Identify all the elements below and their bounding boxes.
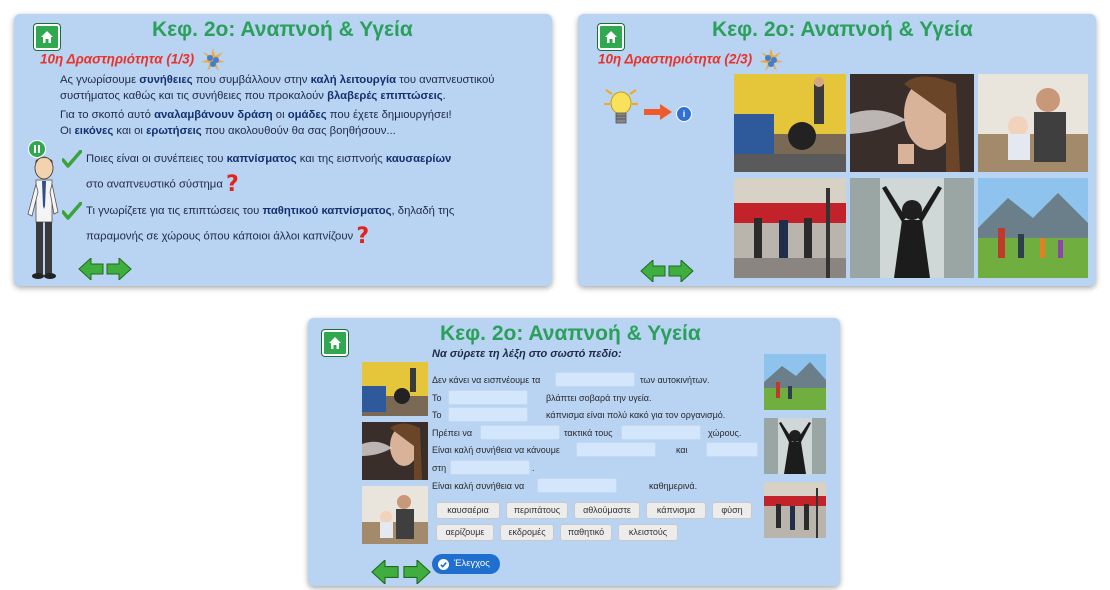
word-chip[interactable]: εκδρομές	[500, 524, 554, 541]
car-exhaust-photo	[734, 74, 846, 172]
previous-arrow-icon[interactable]	[370, 560, 400, 584]
sentence-5-middle: και	[676, 445, 688, 455]
girl-at-window-photo	[850, 178, 974, 278]
instruction-text: Να σύρετε τη λέξη στο σωστό πεδίο:	[432, 348, 622, 360]
people-walking-city-photo	[764, 482, 826, 538]
checkmark-icon	[62, 202, 82, 220]
drop-field[interactable]	[576, 442, 656, 457]
home-icon	[41, 31, 53, 43]
question-1-line-1: Ποιες είναι οι συνέπειες του καπνίσματος…	[86, 153, 452, 165]
drop-field[interactable]	[450, 460, 530, 475]
car-exhaust-photo	[362, 362, 428, 416]
woman-smoking-photo	[850, 74, 974, 172]
question-2-line-2: παραμονής σε χώρους όπου κάποιοι άλλοι κ…	[86, 224, 370, 249]
home-button[interactable]	[34, 24, 60, 50]
word-chip[interactable]: καυσαέρια	[436, 502, 500, 519]
sentence-6-end: .	[532, 463, 535, 473]
check-circle-icon	[438, 558, 449, 570]
next-arrow-icon[interactable]	[402, 560, 432, 584]
sentence-5-start: Είναι καλή συνήθεια να κάνουμε	[432, 445, 560, 455]
word-chip[interactable]: αερίζουμε	[436, 524, 494, 541]
drop-field[interactable]	[621, 425, 701, 440]
drop-field[interactable]	[448, 407, 528, 422]
navigation-arrows	[640, 260, 694, 282]
drop-field[interactable]	[555, 372, 635, 387]
slide-activity-3: Κεφ. 2ο: Αναπνοή & Υγεία Να σύρετε τη λέ…	[308, 318, 840, 586]
sentence-4-start: Πρέπει να	[432, 428, 473, 438]
people-walking-city-photo	[734, 178, 846, 278]
question-2-line-1: Τι γνωρίζετε για τις επιπτώσεις του παθη…	[86, 205, 455, 217]
sentence-2-end: βλάπτει σοβαρά την υγεία.	[546, 393, 652, 403]
navigation-arrows	[78, 258, 132, 280]
word-chip[interactable]: κάπνισμα	[646, 502, 706, 519]
info-button[interactable]: i	[676, 106, 692, 122]
slide-activity-2: Κεφ. 2ο: Αναπνοή & Υγεία 10η Δραστηριότη…	[578, 14, 1096, 286]
sentence-4-middle: τακτικά τους	[564, 428, 613, 438]
question-1-line-2: στο αναπνευστικό σύστημα ?	[86, 172, 239, 197]
drop-field[interactable]	[480, 425, 560, 440]
word-chip[interactable]: αθλούμαστε	[574, 502, 640, 519]
question-mark-icon: ?	[356, 224, 370, 249]
next-arrow-icon[interactable]	[106, 258, 132, 280]
sentence-3-start: Το	[432, 410, 442, 420]
previous-arrow-icon[interactable]	[640, 260, 666, 282]
slide-title: Κεφ. 2ο: Αναπνοή & Υγεία	[440, 322, 701, 345]
navigation-arrows	[370, 560, 432, 584]
thinking-man-character	[27, 156, 59, 279]
lightbulb-icon	[604, 89, 638, 124]
word-chip[interactable]: παθητικό	[560, 524, 612, 541]
group-activity-icon	[758, 48, 783, 71]
intro-paragraph: Ας γνωρίσουμε συνήθειες που συμβάλλουν σ…	[60, 74, 495, 137]
slide-subtitle: 10η Δραστηριότητα (1/3)	[40, 48, 225, 72]
word-chip[interactable]: κλειστούς	[618, 524, 678, 541]
sentence-1-end: των αυτοκινήτων.	[640, 375, 710, 385]
sentence-4-end: χώρους.	[708, 428, 742, 438]
next-arrow-icon[interactable]	[668, 260, 694, 282]
info-icon: i	[682, 109, 686, 119]
question-mark-icon: ?	[226, 172, 239, 197]
drop-field[interactable]	[448, 390, 528, 405]
home-button[interactable]	[598, 24, 624, 50]
checkmark-icon	[62, 150, 82, 168]
family-hiking-photo	[764, 354, 826, 410]
group-activity-icon	[200, 48, 225, 71]
sentence-7-start: Είναι καλή συνήθεια να	[432, 481, 525, 491]
home-button[interactable]	[322, 330, 348, 356]
slide-subtitle: 10η Δραστηριότητα (2/3)	[598, 48, 783, 72]
sentence-3-end: κάπνισμα είναι πολύ κακό για τον οργανισ…	[546, 410, 726, 420]
girl-at-window-photo	[764, 418, 826, 474]
drop-field[interactable]	[706, 442, 758, 457]
family-hiking-photo	[978, 178, 1088, 278]
woman-smoking-photo	[362, 422, 428, 480]
slide-title: Κεφ. 2ο: Αναπνοή & Υγεία	[712, 18, 973, 41]
sentence-2-start: Το	[432, 393, 442, 403]
home-icon	[605, 31, 617, 43]
sentence-7-end: καθημερινά.	[649, 481, 698, 491]
man-smoking-with-baby-photo	[978, 74, 1088, 172]
slide-activity-1: Κεφ. 2ο: Αναπνοή & Υγεία 10η Δραστηριότη…	[14, 14, 552, 286]
man-smoking-with-baby-photo	[362, 486, 428, 544]
sentence-1-start: Δεν κάνει να εισπνέουμε τα	[432, 375, 541, 385]
drop-field[interactable]	[537, 478, 617, 493]
home-icon	[329, 337, 341, 349]
word-chip[interactable]: φύση	[712, 502, 752, 519]
sentence-6-start: στη	[432, 463, 447, 473]
slide-title: Κεφ. 2ο: Αναπνοή & Υγεία	[152, 18, 413, 41]
previous-arrow-icon[interactable]	[78, 258, 104, 280]
word-chip[interactable]: περιπάτους	[506, 502, 568, 519]
arrow-right-icon	[644, 104, 672, 120]
check-button[interactable]: Έλεγχος	[432, 554, 500, 574]
